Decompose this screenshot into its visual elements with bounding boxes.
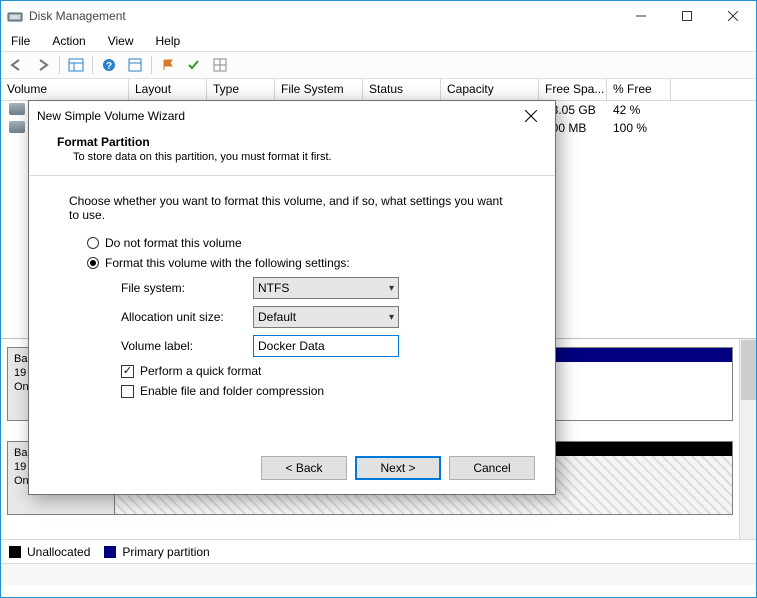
help-icon[interactable]: ? bbox=[97, 54, 121, 76]
wizard-heading: Format Partition bbox=[57, 135, 527, 149]
col-filesystem[interactable]: File System bbox=[275, 79, 363, 100]
menu-view[interactable]: View bbox=[104, 32, 138, 50]
checkbox-icon bbox=[121, 385, 134, 398]
input-volume-label[interactable] bbox=[253, 335, 399, 357]
wizard-dialog: New Simple Volume Wizard Format Partitio… bbox=[28, 100, 556, 495]
dialog-title: New Simple Volume Wizard bbox=[37, 109, 511, 123]
checkbox-quick-format[interactable]: ✓ Perform a quick format bbox=[121, 364, 515, 378]
toolbar: ? bbox=[1, 51, 756, 79]
col-type[interactable]: Type bbox=[207, 79, 275, 100]
col-status[interactable]: Status bbox=[363, 79, 441, 100]
maximize-button[interactable] bbox=[664, 1, 710, 31]
combo-filesystem[interactable]: NTFS ▾ bbox=[253, 277, 399, 299]
menu-help[interactable]: Help bbox=[152, 32, 185, 50]
list-check-icon[interactable] bbox=[182, 54, 206, 76]
label-allocation-unit: Allocation unit size: bbox=[121, 310, 253, 324]
flag-icon[interactable] bbox=[156, 54, 180, 76]
back-button[interactable] bbox=[5, 54, 29, 76]
radio-icon bbox=[87, 257, 99, 269]
chevron-down-icon: ▾ bbox=[389, 312, 394, 323]
legend-swatch-primary bbox=[104, 546, 116, 558]
menu-action[interactable]: Action bbox=[48, 32, 89, 50]
col-volume[interactable]: Volume bbox=[1, 79, 129, 100]
window-title: Disk Management bbox=[29, 9, 618, 23]
volume-icon bbox=[9, 121, 25, 133]
col-pctfree[interactable]: % Free bbox=[607, 79, 671, 100]
radio-icon bbox=[87, 237, 99, 249]
chevron-down-icon: ▾ bbox=[389, 283, 394, 294]
combo-allocation-unit[interactable]: Default ▾ bbox=[253, 306, 399, 328]
next-button[interactable]: Next > bbox=[355, 456, 441, 480]
wizard-subheading: To store data on this partition, you mus… bbox=[57, 151, 527, 163]
volume-icon bbox=[9, 103, 25, 115]
checkbox-icon: ✓ bbox=[121, 365, 134, 378]
radio-format[interactable]: Format this volume with the following se… bbox=[87, 256, 515, 270]
cancel-button[interactable]: Cancel bbox=[449, 456, 535, 480]
dialog-close-button[interactable] bbox=[511, 102, 551, 130]
vertical-scrollbar[interactable] bbox=[739, 339, 756, 539]
menu-file[interactable]: File bbox=[7, 32, 34, 50]
grid-icon[interactable] bbox=[208, 54, 232, 76]
view-panes-icon[interactable] bbox=[64, 54, 88, 76]
label-volume-label: Volume label: bbox=[121, 339, 253, 353]
checkbox-compression[interactable]: Enable file and folder compression bbox=[121, 384, 515, 398]
sheet-icon[interactable] bbox=[123, 54, 147, 76]
radio-no-format[interactable]: Do not format this volume bbox=[87, 236, 515, 250]
wizard-prompt: Choose whether you want to format this v… bbox=[69, 194, 515, 222]
column-headers: Volume Layout Type File System Status Ca… bbox=[1, 79, 756, 101]
back-button[interactable]: < Back bbox=[261, 456, 347, 480]
minimize-button[interactable] bbox=[618, 1, 664, 31]
svg-text:?: ? bbox=[106, 61, 112, 72]
legend: Unallocated Primary partition bbox=[1, 539, 756, 563]
legend-swatch-unallocated bbox=[9, 546, 21, 558]
menubar: File Action View Help bbox=[1, 31, 756, 51]
close-button[interactable] bbox=[710, 1, 756, 31]
forward-button[interactable] bbox=[31, 54, 55, 76]
col-freespace[interactable]: Free Spa... bbox=[539, 79, 607, 100]
status-bar bbox=[1, 563, 756, 585]
col-layout[interactable]: Layout bbox=[129, 79, 207, 100]
label-filesystem: File system: bbox=[121, 281, 253, 295]
app-icon bbox=[7, 8, 23, 24]
col-capacity[interactable]: Capacity bbox=[441, 79, 539, 100]
